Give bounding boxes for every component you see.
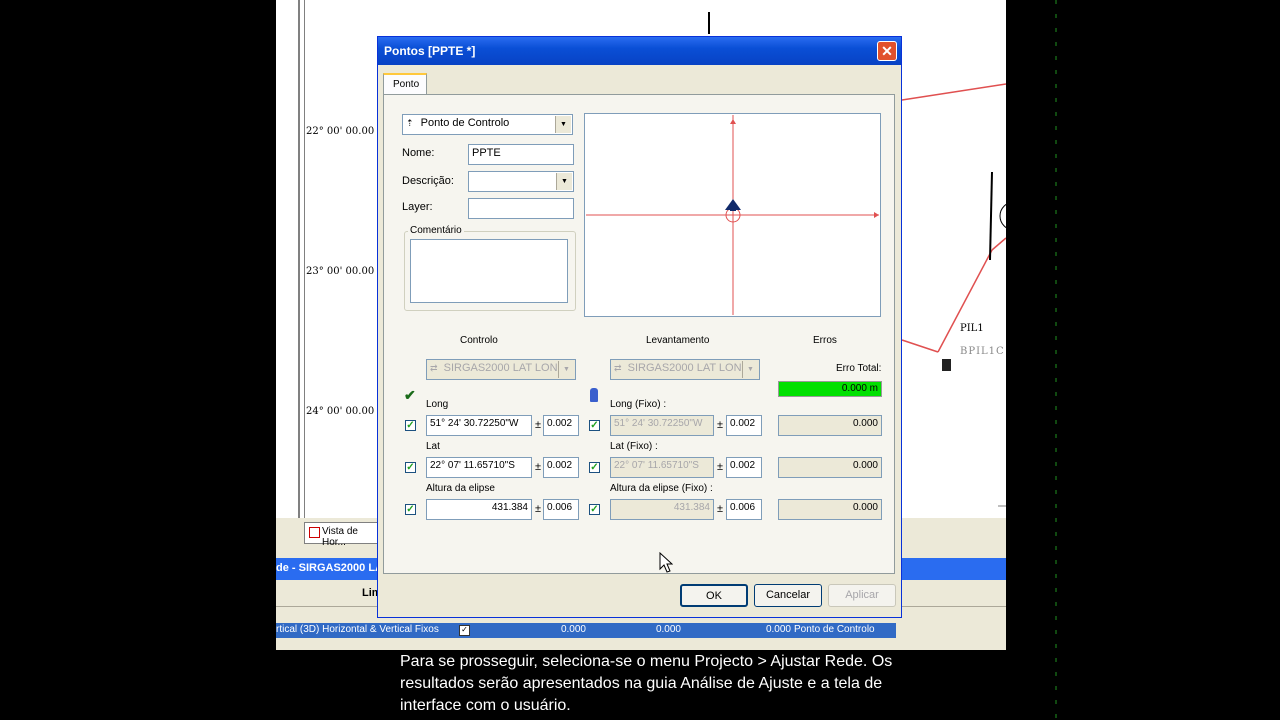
cancel-button[interactable]: Cancelar (754, 584, 822, 607)
err-long-field: 0.000 (778, 415, 882, 436)
lev-long-sd-input[interactable]: 0.002 (726, 415, 762, 436)
row-checkbox[interactable]: ✓ (459, 625, 470, 636)
plus-minus-label: ± (535, 503, 542, 515)
lev-lat-label: Lat (Fixo) : (610, 441, 658, 452)
row-kind: Ponto de Controlo (794, 624, 875, 635)
descricao-label: Descrição: (402, 175, 454, 187)
levantamento-header: Levantamento (646, 335, 710, 346)
close-button[interactable]: ✕ (877, 41, 897, 61)
lev-alt-label: Altura da elipse (Fixo) : (610, 483, 713, 494)
point-label: PIL1 (960, 323, 984, 334)
row-value: 0.000 (655, 624, 681, 635)
plus-minus-label: ± (535, 419, 542, 431)
chevron-down-icon: ▼ (742, 361, 758, 378)
err-alt-field: 0.000 (778, 499, 882, 520)
tab-ponto[interactable]: Ponto (383, 73, 427, 95)
lev-lat-sd-input[interactable]: 0.002 (726, 457, 762, 478)
control-point-icon[interactable] (942, 359, 951, 371)
tab-label: Ponto (393, 79, 420, 90)
tab-label: Vista de Hor... (322, 526, 358, 548)
lev-lat-checkbox[interactable]: ✓ (589, 462, 600, 473)
crs-value: SIRGAS2000 LAT LONG (443, 362, 567, 374)
descricao-dropdown[interactable]: ▼ (468, 171, 574, 192)
row-type: rtical (3D) Horizontal & Vertical Fixos (276, 624, 439, 635)
alt-sd-input[interactable]: 0.006 (543, 499, 579, 520)
plus-minus-label: ± (535, 461, 542, 473)
layer-input[interactable] (468, 198, 574, 219)
levantamento-crs-dropdown[interactable]: ⇄ SIRGAS2000 LAT LONG ▼ (610, 359, 760, 380)
crs-icon: ⇄ (614, 363, 622, 373)
lev-alt-checkbox[interactable]: ✓ (589, 504, 600, 515)
layer-label: Layer: (402, 201, 433, 213)
results-title: de - SIRGAS2000 LA (276, 562, 383, 574)
subtitle-caption: Para se prosseguir, seleciona-se o menu … (400, 653, 893, 714)
dialog-titlebar[interactable]: Pontos [PPTE *] ✕ (378, 37, 901, 65)
nome-label: Nome: (402, 147, 435, 159)
erros-header: Erros (813, 335, 837, 346)
mouse-cursor-icon (659, 552, 673, 573)
long-input[interactable]: 51° 24' 30.72250"W (426, 415, 532, 436)
lat-sd-input[interactable]: 0.002 (543, 457, 579, 478)
chevron-down-icon: ▼ (556, 173, 572, 190)
table-row[interactable]: rtical (3D) Horizontal & Vertical Fixos … (276, 623, 896, 638)
long-label: Long (426, 399, 449, 410)
row-value: 0.000 (560, 624, 586, 635)
plus-minus-label: ± (717, 503, 724, 515)
controlo-crs-dropdown[interactable]: ⇄ SIRGAS2000 LAT LONG ▼ (426, 359, 576, 380)
chevron-down-icon: ▼ (555, 116, 571, 133)
view-icon (309, 527, 320, 538)
pontos-dialog: Pontos [PPTE *] ✕ Ponto ⇡ Ponto de Contr… (377, 36, 902, 618)
lev-long-label: Long (Fixo) : (610, 399, 667, 410)
lat-checkbox[interactable]: ✓ (405, 462, 416, 473)
alt-label: Altura da elipse (426, 483, 495, 494)
control-point-icon: ⇡ (406, 118, 414, 128)
erro-total-bar: 0.000 m (778, 381, 882, 397)
lock-icon (590, 388, 598, 402)
lev-alt-input[interactable]: 431.384 (610, 499, 714, 520)
point-type-value: Ponto de Controlo (420, 117, 510, 129)
ok-button[interactable]: OK (680, 584, 748, 607)
lev-lat-input[interactable]: 22° 07' 11.65710"S (610, 457, 714, 478)
lev-long-checkbox[interactable]: ✓ (589, 420, 600, 431)
comentario-textarea[interactable] (410, 239, 568, 303)
lev-alt-sd-input[interactable]: 0.006 (726, 499, 762, 520)
controlo-header: Controlo (460, 335, 498, 346)
lat-input[interactable]: 22° 07' 11.65710"S (426, 457, 532, 478)
erro-total-label: Erro Total: (836, 363, 882, 374)
point-label: BPIL1C (960, 346, 1005, 357)
lev-long-input[interactable]: 51° 24' 30.72250"W (610, 415, 714, 436)
dialog-title: Pontos [PPTE *] (384, 44, 476, 58)
crs-icon: ⇄ (430, 363, 438, 373)
crs-value: SIRGAS2000 LAT LONG (627, 362, 751, 374)
apply-button[interactable]: Aplicar (828, 584, 896, 607)
checkmark-icon: ✔ (404, 387, 416, 403)
tab-vista[interactable]: Vista de Hor... (304, 522, 382, 548)
err-lat-field: 0.000 (778, 457, 882, 478)
long-sd-input[interactable]: 0.002 (543, 415, 579, 436)
video-artifact (1055, 0, 1057, 720)
row-value: 0.000 (765, 624, 791, 635)
chevron-down-icon: ▼ (558, 361, 574, 378)
alt-checkbox[interactable]: ✓ (405, 504, 416, 515)
long-checkbox[interactable]: ✓ (405, 420, 416, 431)
alt-input[interactable]: 431.384 (426, 499, 532, 520)
plus-minus-label: ± (717, 419, 724, 431)
point-type-dropdown[interactable]: ⇡ Ponto de Controlo ▼ (402, 114, 573, 135)
plus-minus-label: ± (717, 461, 724, 473)
lat-label: Lat (426, 441, 440, 452)
point-preview (584, 113, 881, 317)
comentario-label: Comentário (408, 225, 464, 236)
nome-input[interactable]: PPTE (468, 144, 574, 165)
